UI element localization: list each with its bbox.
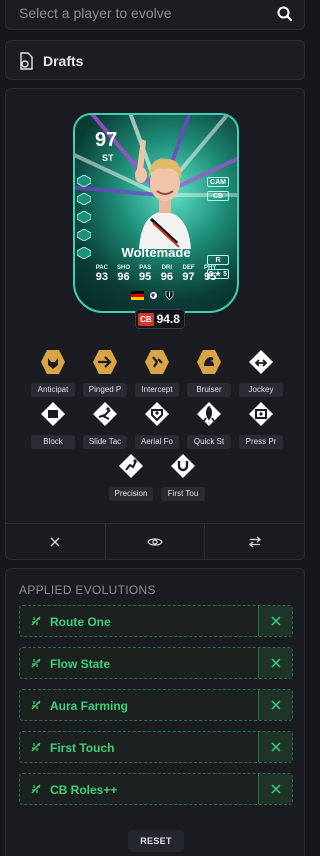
anticipate-icon: [41, 350, 65, 374]
ovr-value: 94.8: [156, 312, 180, 326]
remove-evolution-button[interactable]: [258, 648, 292, 678]
evolution-item[interactable]: First Touch: [19, 731, 293, 763]
swap-button[interactable]: [205, 524, 304, 559]
reset-button[interactable]: RESET: [128, 830, 184, 852]
close-icon: [270, 700, 281, 710]
trait-bruiser[interactable]: Bruiser: [187, 349, 231, 397]
evolution-icon: [31, 742, 41, 752]
evolution-item[interactable]: Flow State: [19, 647, 293, 679]
overall-rating-badge: CB 94.8: [135, 309, 185, 329]
playstyle-side-icon: [77, 193, 91, 205]
card-badges: [131, 291, 176, 300]
applied-evolutions-title: APPLIED EVOLUTIONS: [19, 583, 156, 597]
close-icon: [270, 742, 281, 752]
remove-evolution-button[interactable]: [258, 606, 292, 636]
evolution-name: CB Roles++: [50, 783, 118, 797]
evolution-icon: [31, 700, 41, 710]
remove-evolution-button[interactable]: [258, 774, 292, 804]
drafts-button[interactable]: Drafts: [5, 40, 305, 80]
trait-aerial-fortress[interactable]: Aerial Fo: [135, 401, 179, 449]
trait-pinged-pass[interactable]: Pinged P: [83, 349, 127, 397]
remove-evolution-button[interactable]: [258, 690, 292, 720]
quick-step-icon: [197, 402, 221, 426]
stat-pas: PAS 95: [139, 265, 152, 283]
evolution-icon: [31, 616, 41, 626]
card-stats: PAC 93 SHO 96 PAS 95 DRI 96 DEF 97 PHY 95: [91, 265, 221, 283]
drafts-icon: [18, 52, 34, 75]
search-icon[interactable]: [276, 5, 294, 28]
stat-sho: SHO 96: [117, 265, 131, 283]
league-logo-icon: [150, 292, 157, 299]
stat-pac: PAC 93: [95, 265, 108, 283]
swap-icon: [248, 536, 261, 547]
evolution-name: Route One: [50, 615, 111, 629]
first-touch-icon: [171, 454, 195, 478]
player-panel: 97 ST CAM CB R 5 ★ 5 Woltemade PAC 93 SHO…: [5, 88, 305, 560]
evolution-icon: [31, 658, 41, 668]
trait-press-proven[interactable]: Press Pr: [239, 401, 283, 449]
card-player-name: Woltemade: [121, 245, 191, 260]
bruiser-icon: [197, 350, 221, 374]
trait-quick-step[interactable]: Quick St: [187, 401, 231, 449]
trait-anticipate[interactable]: Anticipat: [31, 349, 75, 397]
preview-button[interactable]: [106, 524, 206, 559]
alt-position-1: CAM: [207, 177, 229, 187]
playstyle-side-icon: [77, 211, 91, 223]
close-icon: [50, 537, 60, 546]
stat-def: DEF 97: [182, 265, 195, 283]
alt-position-2: CB: [207, 191, 229, 201]
trait-first-touch[interactable]: First Tou: [161, 453, 205, 501]
ovr-position: CB: [138, 312, 154, 326]
card-actions: [6, 523, 304, 559]
block-icon: [41, 402, 65, 426]
evolution-name: First Touch: [50, 741, 115, 755]
drafts-label: Drafts: [43, 53, 84, 69]
trait-slide-tackle[interactable]: Slide Tac: [83, 401, 127, 449]
aerial-fortress-icon: [145, 402, 169, 426]
evolution-item[interactable]: Aura Farming: [19, 689, 293, 721]
trait-jockey[interactable]: Jockey: [239, 349, 283, 397]
applied-evolutions-panel: APPLIED EVOLUTIONS Route One Flow State …: [5, 568, 305, 856]
pinged-pass-icon: [93, 350, 117, 374]
evolution-icon: [31, 784, 41, 794]
card-rating: 97: [95, 129, 118, 151]
trait-block[interactable]: Block: [31, 401, 75, 449]
evolution-item[interactable]: Route One: [19, 605, 293, 637]
trait-precision[interactable]: Precision: [109, 453, 153, 501]
press-proven-icon: [249, 402, 273, 426]
close-icon: [270, 658, 281, 668]
slide-tackle-icon: [93, 402, 117, 426]
stat-phy: PHY 95: [204, 265, 217, 283]
evolution-name: Aura Farming: [50, 699, 129, 713]
player-search-input[interactable]: [19, 5, 259, 21]
jockey-icon: [249, 350, 273, 374]
precision-icon: [119, 454, 143, 478]
intercept-icon: [145, 350, 169, 374]
remove-evolution-button[interactable]: [258, 732, 292, 762]
player-card[interactable]: 97 ST CAM CB R 5 ★ 5 Woltemade PAC 93 SHO…: [73, 113, 239, 335]
close-icon: [270, 784, 281, 794]
trait-intercept[interactable]: Intercept: [135, 349, 179, 397]
playstyle-side-icon: [77, 175, 91, 187]
club-crest-icon: [165, 291, 174, 300]
close-icon: [270, 616, 281, 626]
evolution-name: Flow State: [50, 657, 111, 671]
card-position: ST: [102, 153, 114, 163]
evolution-item[interactable]: CB Roles++: [19, 773, 293, 805]
player-portrait: [135, 139, 191, 249]
eye-icon: [147, 537, 163, 546]
stat-dri: DRI 96: [160, 265, 173, 283]
germany-flag-icon: [131, 291, 144, 300]
player-search-bar[interactable]: [5, 0, 305, 30]
remove-player-button[interactable]: [6, 524, 106, 559]
playstyle-side-icon: [77, 229, 91, 241]
